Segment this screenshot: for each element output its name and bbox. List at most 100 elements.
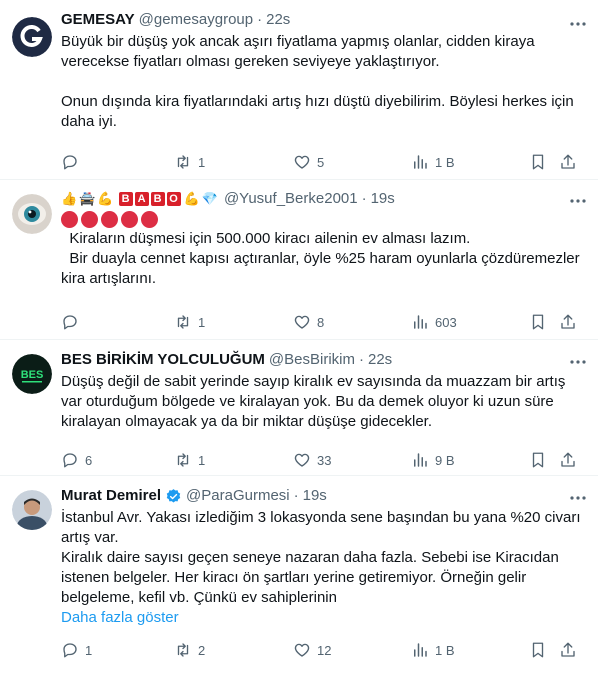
tweet-actions: 1 2 12 1 B — [61, 640, 580, 660]
separator-dot: · — [358, 351, 364, 368]
red-circle-emojis — [61, 211, 586, 228]
retweet-button[interactable]: 1 — [174, 313, 205, 331]
babo-letters: B A B O — [118, 192, 181, 206]
view-count: 9 B — [435, 452, 455, 468]
tweet-actions: 1 8 603 — [61, 312, 580, 332]
timestamp[interactable]: 22s — [368, 350, 392, 370]
retweet-button[interactable]: 1 — [174, 451, 205, 469]
bookmark-icon — [532, 452, 544, 468]
tweet[interactable]: BES BES BİRİKİM YOLCULUĞUM @BesBirikim ·… — [0, 340, 598, 476]
retweet-button[interactable]: 1 — [174, 153, 205, 171]
avatar[interactable] — [12, 194, 52, 234]
more-icon — [570, 360, 586, 364]
flexed-arm-icon: 💪 — [183, 191, 200, 206]
tweet-actions: 6 1 33 9 B — [61, 450, 580, 470]
tweet-text: İstanbul Avr. Yakası izlediğim 3 lokasyo… — [61, 509, 581, 606]
heart-icon — [294, 315, 310, 329]
police-car-icon: 🚔 — [79, 191, 96, 206]
tweet[interactable]: 👍 🚔 💪 B A B O 💪 💎 @Yusuf_Berke2001 · 19s… — [0, 180, 598, 340]
like-count: 5 — [317, 154, 325, 170]
share-button[interactable] — [559, 153, 577, 171]
author-handle[interactable]: @BesBirikim — [269, 350, 355, 370]
red-circle-icon — [61, 211, 78, 228]
flexed-arm-icon: 💪 — [97, 191, 114, 206]
retweet-icon — [177, 315, 189, 329]
like-button[interactable]: 33 — [293, 451, 331, 469]
bookmark-icon — [532, 154, 544, 170]
more-options-button[interactable] — [568, 191, 588, 211]
bookmark-button[interactable] — [529, 641, 547, 659]
bookmark-button[interactable] — [529, 451, 547, 469]
retweet-count: 2 — [198, 642, 206, 658]
view-count: 1 B — [435, 154, 455, 170]
views-button[interactable]: 1 B — [411, 641, 455, 659]
bes-logo-icon: BES — [12, 354, 52, 394]
share-button[interactable] — [559, 641, 577, 659]
separator-dot: · — [361, 190, 367, 207]
more-icon — [570, 22, 586, 26]
retweet-count: 1 — [198, 154, 206, 170]
more-options-button[interactable] — [568, 14, 588, 34]
like-button[interactable]: 8 — [293, 313, 324, 331]
tweet-actions: 1 5 1 B — [61, 152, 580, 172]
more-options-button[interactable] — [568, 352, 588, 372]
views-button[interactable]: 9 B — [411, 451, 455, 469]
tweet[interactable]: GEMESAY @gemesaygroup · 22s Büyük bir dü… — [0, 0, 598, 180]
more-options-button[interactable] — [568, 488, 588, 508]
avatar[interactable]: BES — [12, 354, 52, 394]
share-icon — [561, 642, 575, 657]
author-name[interactable]: Murat Demirel — [61, 486, 161, 506]
timestamp[interactable]: 19s — [371, 189, 395, 209]
reply-button[interactable] — [61, 153, 85, 171]
like-button[interactable]: 12 — [293, 641, 331, 659]
retweet-icon — [177, 155, 189, 169]
eye-avatar-icon — [12, 194, 52, 234]
reply-button[interactable]: 6 — [61, 451, 92, 469]
author-handle[interactable]: @gemesaygroup — [139, 10, 253, 30]
verified-badge-icon — [166, 488, 181, 503]
retweet-count: 1 — [198, 314, 206, 330]
more-icon — [570, 496, 586, 500]
separator-dot: · — [293, 487, 299, 504]
views-button[interactable]: 1 B — [411, 153, 455, 171]
bookmark-button[interactable] — [529, 153, 547, 171]
reply-button[interactable]: 1 — [61, 641, 92, 659]
letter-tile: B — [150, 192, 165, 206]
like-count: 8 — [317, 314, 325, 330]
timestamp[interactable]: 19s — [303, 486, 327, 506]
tweet-text: Düşüş değil de sabit yerinde sayıp kiral… — [61, 373, 570, 430]
tweet-text: Büyük bir düşüş yok ancak aşırı fiyatlam… — [61, 33, 574, 130]
share-icon — [561, 154, 575, 169]
avatar[interactable] — [12, 17, 52, 57]
letter-tile: A — [134, 192, 149, 206]
reply-icon — [63, 315, 77, 330]
retweet-button[interactable]: 2 — [174, 641, 205, 659]
like-button[interactable]: 5 — [293, 153, 324, 171]
separator-dot: · — [257, 11, 263, 28]
bookmark-button[interactable] — [529, 313, 547, 331]
red-circle-icon — [81, 211, 98, 228]
tweet[interactable]: Murat Demirel @ParaGurmesi · 19s İstanbu… — [0, 476, 598, 689]
retweet-icon — [177, 643, 189, 657]
red-circle-icon — [141, 211, 158, 228]
avatar[interactable] — [12, 490, 52, 530]
show-more-link[interactable]: Daha fazla göster — [61, 608, 586, 628]
tweet-text: Kiraların düşmesi için 500.000 kiracı ai… — [61, 230, 580, 287]
share-button[interactable] — [559, 451, 577, 469]
author-name[interactable]: GEMESAY — [61, 10, 135, 30]
reply-button[interactable] — [61, 313, 85, 331]
letter-tile: O — [166, 192, 181, 206]
author-handle[interactable]: @Yusuf_Berke2001 — [224, 189, 358, 209]
bes-logo-text: BES — [21, 369, 44, 381]
views-icon — [414, 453, 427, 467]
more-icon — [570, 199, 586, 203]
views-icon — [414, 155, 427, 169]
views-button[interactable]: 603 — [411, 313, 457, 331]
share-icon — [561, 314, 575, 329]
retweet-icon — [177, 453, 189, 467]
author-handle[interactable]: @ParaGurmesi — [186, 486, 290, 506]
share-button[interactable] — [559, 313, 577, 331]
bookmark-icon — [532, 642, 544, 658]
timestamp[interactable]: 22s — [266, 10, 290, 30]
author-name[interactable]: BES BİRİKİM YOLCULUĞUM — [61, 350, 265, 370]
